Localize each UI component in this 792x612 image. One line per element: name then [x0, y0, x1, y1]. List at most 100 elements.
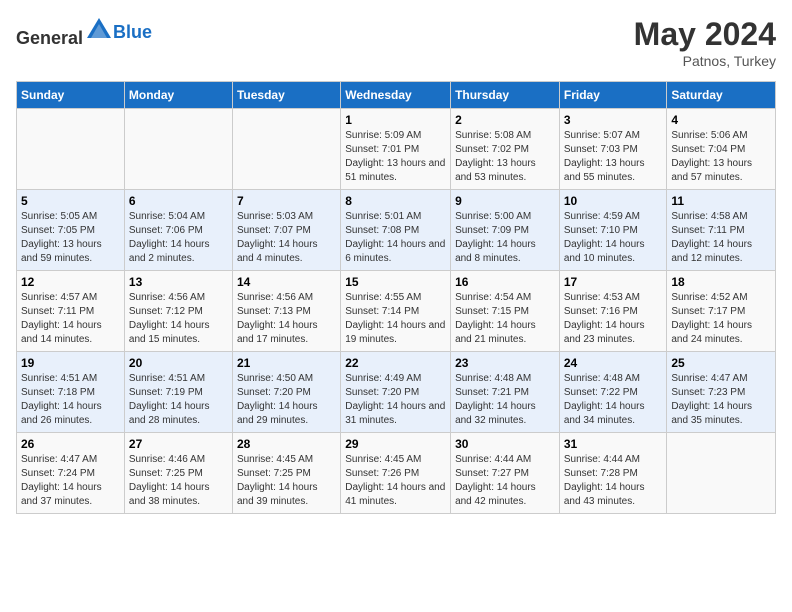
- day-number: 25: [671, 356, 771, 370]
- day-info: Sunrise: 4:54 AMSunset: 7:15 PMDaylight:…: [455, 291, 555, 347]
- day-info: Sunrise: 4:59 AMSunset: 7:10 PMDaylight:…: [564, 210, 663, 266]
- weekday-header: Thursday: [451, 82, 560, 109]
- calendar-cell: 21Sunrise: 4:50 AMSunset: 7:20 PMDayligh…: [232, 352, 340, 433]
- day-number: 8: [345, 194, 446, 208]
- calendar-cell: 12 Sunrise: 4:57 AMSunset: 7:11 PMDayligh…: [17, 271, 125, 352]
- calendar-cell: [124, 109, 232, 190]
- day-number: 1: [345, 113, 446, 127]
- day-info: Sunrise: 4:48 AMSunset: 7:22 PMDaylight:…: [564, 372, 663, 428]
- calendar-cell: 18 Sunrise: 4:52 AMSunset: 7:17 PMDayligh…: [667, 271, 776, 352]
- day-info: Sunrise: 5:00 AMSunset: 7:09 PMDaylight:…: [455, 210, 555, 266]
- day-number: 14: [237, 275, 336, 289]
- calendar-table: SundayMondayTuesdayWednesdayThursdayFrid…: [16, 81, 776, 514]
- day-info: Sunrise: 5:06 AMSunset: 7:04 PMDaylight:…: [671, 129, 771, 185]
- page-header: General Blue May 2024 Patnos, Turkey: [16, 16, 776, 69]
- day-number: 13: [129, 275, 228, 289]
- day-number: 6: [129, 194, 228, 208]
- calendar-week-row: 12 Sunrise: 4:57 AMSunset: 7:11 PMDayligh…: [17, 271, 776, 352]
- calendar-cell: 20 Sunrise: 4:51 AMSunset: 7:19 PMDayligh…: [124, 352, 232, 433]
- day-info: Sunrise: 4:55 AMSunset: 7:14 PMDaylight:…: [345, 291, 446, 347]
- day-info: Sunrise: 4:46 AMSunset: 7:25 PMDaylight:…: [129, 453, 228, 509]
- calendar-cell: 30 Sunrise: 4:44 AMSunset: 7:27 PMDayligh…: [451, 433, 560, 514]
- day-info: Sunrise: 4:56 AMSunset: 7:13 PMDaylight:…: [237, 291, 336, 347]
- calendar-cell: 25 Sunrise: 4:47 AMSunset: 7:23 PMDayligh…: [667, 352, 776, 433]
- calendar-cell: [232, 109, 340, 190]
- weekday-header: Friday: [559, 82, 667, 109]
- day-info: Sunrise: 5:07 AMSunset: 7:03 PMDaylight:…: [564, 129, 663, 185]
- weekday-header: Monday: [124, 82, 232, 109]
- day-number: 12: [21, 275, 120, 289]
- calendar-cell: 19Sunrise: 4:51 AMSunset: 7:18 PMDayligh…: [17, 352, 125, 433]
- day-number: 5: [21, 194, 120, 208]
- title-block: May 2024 Patnos, Turkey: [634, 16, 776, 69]
- day-number: 20: [129, 356, 228, 370]
- calendar-cell: 17 Sunrise: 4:53 AMSunset: 7:16 PMDayligh…: [559, 271, 667, 352]
- day-number: 10: [564, 194, 663, 208]
- day-number: 24: [564, 356, 663, 370]
- day-number: 4: [671, 113, 771, 127]
- day-number: 17: [564, 275, 663, 289]
- day-info: Sunrise: 4:47 AMSunset: 7:23 PMDaylight:…: [671, 372, 771, 428]
- calendar-cell: 6 Sunrise: 5:04 AMSunset: 7:06 PMDaylight…: [124, 190, 232, 271]
- day-info: Sunrise: 5:05 AMSunset: 7:05 PMDaylight:…: [21, 210, 120, 266]
- calendar-week-row: 26 Sunrise: 4:47 AMSunset: 7:24 PMDayligh…: [17, 433, 776, 514]
- day-number: 9: [455, 194, 555, 208]
- day-number: 7: [237, 194, 336, 208]
- calendar-cell: 9 Sunrise: 5:00 AMSunset: 7:09 PMDaylight…: [451, 190, 560, 271]
- calendar-cell: 27 Sunrise: 4:46 AMSunset: 7:25 PMDayligh…: [124, 433, 232, 514]
- day-number: 31: [564, 437, 663, 451]
- day-info: Sunrise: 4:44 AMSunset: 7:27 PMDaylight:…: [455, 453, 555, 509]
- day-number: 2: [455, 113, 555, 127]
- calendar-cell: 4 Sunrise: 5:06 AMSunset: 7:04 PMDaylight…: [667, 109, 776, 190]
- logo-blue: Blue: [113, 22, 152, 42]
- day-number: 30: [455, 437, 555, 451]
- day-info: Sunrise: 4:52 AMSunset: 7:17 PMDaylight:…: [671, 291, 771, 347]
- page-subtitle: Patnos, Turkey: [634, 53, 776, 69]
- weekday-header: Sunday: [17, 82, 125, 109]
- day-number: 26: [21, 437, 120, 451]
- calendar-cell: 29Sunrise: 4:45 AMSunset: 7:26 PMDayligh…: [341, 433, 451, 514]
- calendar-cell: 26 Sunrise: 4:47 AMSunset: 7:24 PMDayligh…: [17, 433, 125, 514]
- calendar-cell: 13 Sunrise: 4:56 AMSunset: 7:12 PMDayligh…: [124, 271, 232, 352]
- day-info: Sunrise: 4:56 AMSunset: 7:12 PMDaylight:…: [129, 291, 228, 347]
- day-number: 16: [455, 275, 555, 289]
- day-number: 28: [237, 437, 336, 451]
- calendar-cell: 22 Sunrise: 4:49 AMSunset: 7:20 PMDayligh…: [341, 352, 451, 433]
- day-info: Sunrise: 5:03 AMSunset: 7:07 PMDaylight:…: [237, 210, 336, 266]
- calendar-cell: 14 Sunrise: 4:56 AMSunset: 7:13 PMDayligh…: [232, 271, 340, 352]
- day-info: Sunrise: 4:57 AMSunset: 7:11 PMDaylight:…: [21, 291, 120, 347]
- day-number: 23: [455, 356, 555, 370]
- day-number: 22: [345, 356, 446, 370]
- calendar-cell: 23 Sunrise: 4:48 AMSunset: 7:21 PMDayligh…: [451, 352, 560, 433]
- day-info: Sunrise: 4:44 AMSunset: 7:28 PMDaylight:…: [564, 453, 663, 509]
- calendar-cell: 8 Sunrise: 5:01 AMSunset: 7:08 PMDaylight…: [341, 190, 451, 271]
- day-info: Sunrise: 5:04 AMSunset: 7:06 PMDaylight:…: [129, 210, 228, 266]
- day-number: 3: [564, 113, 663, 127]
- day-number: 19: [21, 356, 120, 370]
- day-info: Sunrise: 4:48 AMSunset: 7:21 PMDaylight:…: [455, 372, 555, 428]
- calendar-week-row: 1Sunrise: 5:09 AMSunset: 7:01 PMDaylight…: [17, 109, 776, 190]
- calendar-cell: 15 Sunrise: 4:55 AMSunset: 7:14 PMDayligh…: [341, 271, 451, 352]
- calendar-week-row: 19Sunrise: 4:51 AMSunset: 7:18 PMDayligh…: [17, 352, 776, 433]
- calendar-cell: 31 Sunrise: 4:44 AMSunset: 7:28 PMDayligh…: [559, 433, 667, 514]
- day-number: 29: [345, 437, 446, 451]
- calendar-cell: [667, 433, 776, 514]
- day-info: Sunrise: 5:08 AMSunset: 7:02 PMDaylight:…: [455, 129, 555, 185]
- day-number: 27: [129, 437, 228, 451]
- calendar-cell: 2 Sunrise: 5:08 AMSunset: 7:02 PMDaylight…: [451, 109, 560, 190]
- day-info: Sunrise: 4:53 AMSunset: 7:16 PMDaylight:…: [564, 291, 663, 347]
- calendar-week-row: 5 Sunrise: 5:05 AMSunset: 7:05 PMDaylight…: [17, 190, 776, 271]
- day-number: 15: [345, 275, 446, 289]
- day-info: Sunrise: 5:01 AMSunset: 7:08 PMDaylight:…: [345, 210, 446, 266]
- day-info: Sunrise: 4:49 AMSunset: 7:20 PMDaylight:…: [345, 372, 446, 428]
- header-row: SundayMondayTuesdayWednesdayThursdayFrid…: [17, 82, 776, 109]
- calendar-cell: [17, 109, 125, 190]
- calendar-cell: 3 Sunrise: 5:07 AMSunset: 7:03 PMDaylight…: [559, 109, 667, 190]
- day-info: Sunrise: 4:47 AMSunset: 7:24 PMDaylight:…: [21, 453, 120, 509]
- calendar-cell: 24 Sunrise: 4:48 AMSunset: 7:22 PMDayligh…: [559, 352, 667, 433]
- day-number: 18: [671, 275, 771, 289]
- calendar-cell: 28Sunrise: 4:45 AMSunset: 7:25 PMDayligh…: [232, 433, 340, 514]
- weekday-header: Saturday: [667, 82, 776, 109]
- calendar-cell: 5 Sunrise: 5:05 AMSunset: 7:05 PMDaylight…: [17, 190, 125, 271]
- day-info: Sunrise: 4:51 AMSunset: 7:19 PMDaylight:…: [129, 372, 228, 428]
